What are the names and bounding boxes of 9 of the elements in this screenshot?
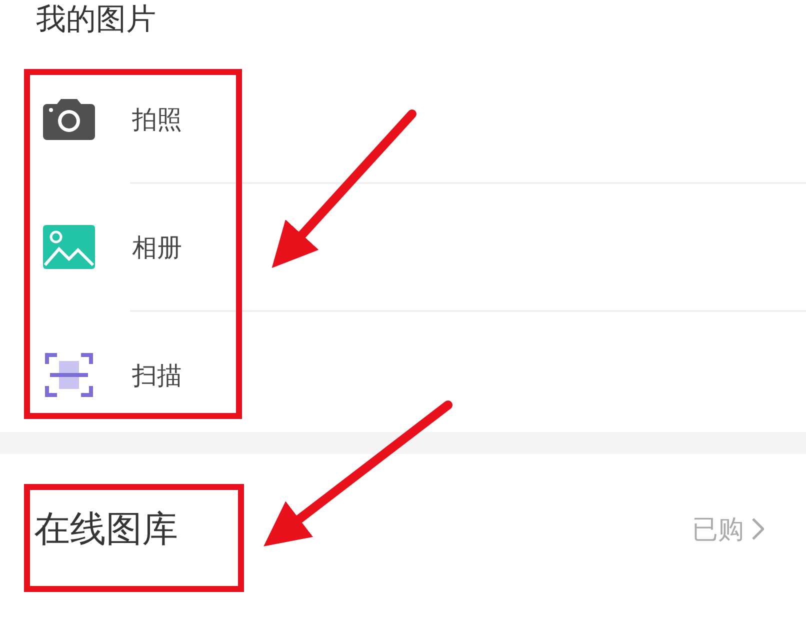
section-title: 在线图库 bbox=[34, 508, 178, 552]
chevron-icon bbox=[752, 518, 764, 540]
section-title: 我的图片 bbox=[35, 1, 156, 39]
camera-icon bbox=[43, 98, 95, 140]
menu-item[interactable]: 扫描 bbox=[132, 358, 182, 392]
scan-icon bbox=[44, 350, 94, 400]
menu-item[interactable]: 拍照 bbox=[132, 102, 182, 136]
image-icon bbox=[43, 225, 95, 269]
menu-item[interactable]: 相册 bbox=[132, 230, 182, 264]
